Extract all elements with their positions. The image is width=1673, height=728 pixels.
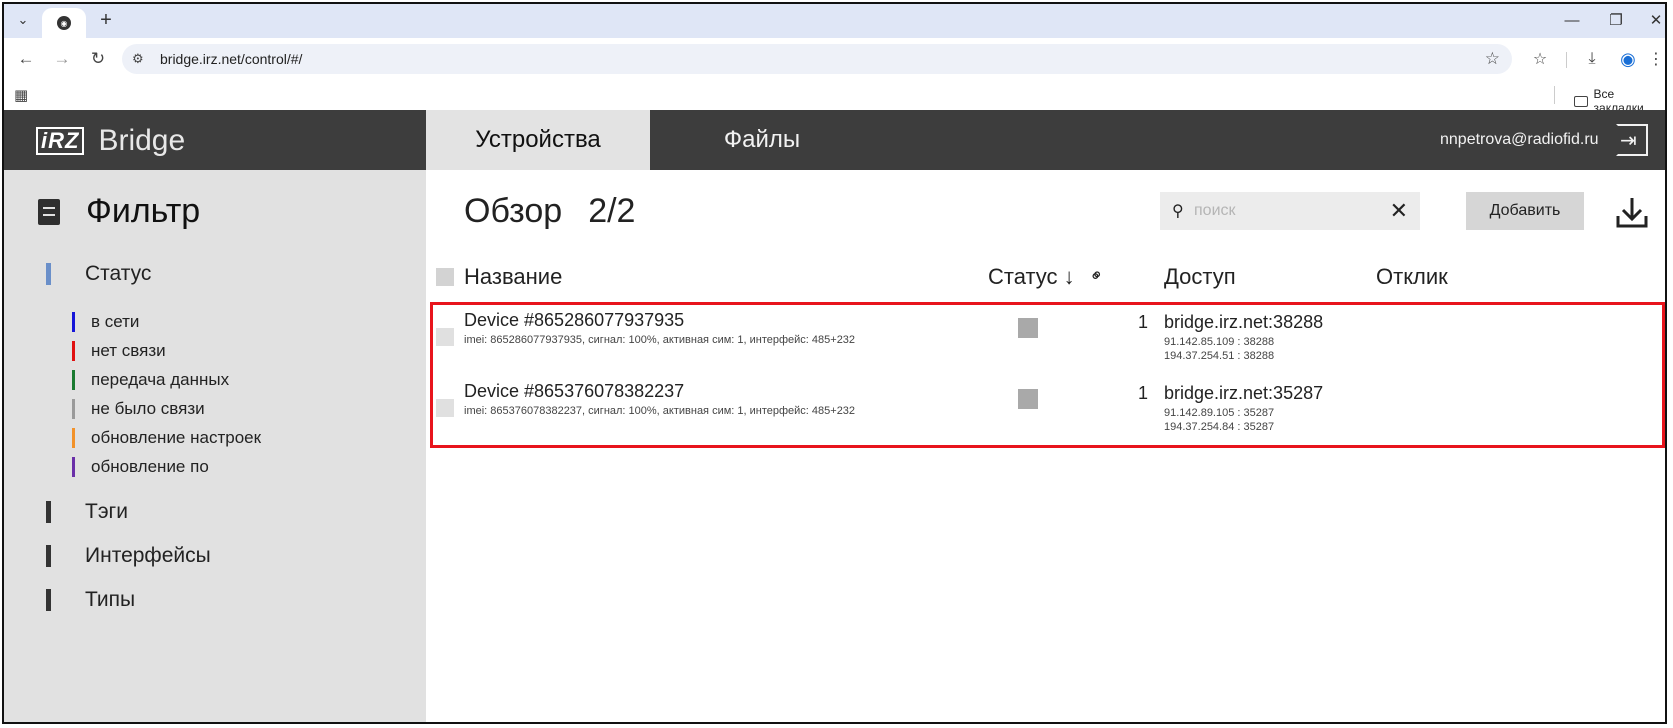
- page-title: Обзор 2/2: [464, 192, 635, 231]
- column-header-response[interactable]: Отклик: [1376, 264, 1448, 290]
- tab-files[interactable]: Файлы: [650, 110, 874, 170]
- status-label: нет связи: [91, 341, 166, 360]
- download-tray-icon[interactable]: ⤓: [1580, 47, 1604, 71]
- group-label: Типы: [85, 588, 136, 611]
- link-icon[interactable]: ⚭: [1085, 264, 1109, 288]
- apps-grid-icon[interactable]: ▦: [14, 86, 28, 104]
- column-header-access[interactable]: Доступ: [1164, 264, 1236, 290]
- forward-arrow-icon[interactable]: →: [50, 47, 74, 71]
- restore-icon[interactable]: ❐: [1598, 8, 1634, 32]
- reload-icon[interactable]: ↻: [86, 47, 110, 71]
- bookmarks-bar: ▦ Все закладки: [4, 80, 1665, 115]
- status-label: обновление по: [91, 457, 209, 476]
- reading-list-star-icon[interactable]: ☆: [1528, 47, 1552, 71]
- site-info-icon[interactable]: ⚙: [132, 51, 144, 67]
- highlight-box: [430, 302, 1665, 448]
- group-label: Статус: [85, 262, 152, 285]
- status-color-bar: [72, 399, 75, 419]
- status-label: не было связи: [91, 399, 205, 418]
- filter-title: Фильтр: [86, 192, 201, 230]
- kebab-menu-icon[interactable]: ⋮: [1644, 47, 1665, 71]
- profile-avatar-icon[interactable]: ◉: [1616, 47, 1640, 71]
- status-filter-settings-update[interactable]: обновление настроек: [72, 428, 261, 448]
- status-filter-never-connected[interactable]: не было связи: [72, 399, 205, 419]
- group-marker: [46, 501, 51, 523]
- add-device-button[interactable]: Добавить: [1466, 192, 1584, 230]
- brand[interactable]: iRZ Bridge: [36, 124, 185, 158]
- search-icon: ⚲: [1172, 203, 1184, 220]
- screenshot-frame: ⌄ ◉ + — ❐ ✕ ← → ↻ ⚙ bridge.irz.net/contr…: [2, 2, 1667, 724]
- bookmarks-divider: [1554, 86, 1555, 104]
- filter-header: Фильтр: [38, 192, 200, 231]
- tab-devices[interactable]: Устройства: [426, 110, 650, 170]
- url-text[interactable]: bridge.irz.net/control/#/: [160, 51, 302, 67]
- app-header: iRZ Bridge Устройства Файлы nnpetrova@ra…: [4, 110, 1665, 170]
- minimize-icon[interactable]: —: [1554, 8, 1590, 32]
- favicon-icon: ◉: [57, 16, 71, 30]
- status-filter-data-transfer[interactable]: передача данных: [72, 370, 229, 390]
- status-color-bar: [72, 428, 75, 448]
- status-filter-no-connection[interactable]: нет связи: [72, 341, 166, 361]
- bookmark-star-icon[interactable]: ☆: [1485, 49, 1500, 69]
- clear-search-icon[interactable]: ✕: [1390, 198, 1408, 224]
- group-marker: [46, 263, 51, 285]
- back-arrow-icon[interactable]: ←: [14, 47, 38, 71]
- close-window-icon[interactable]: ✕: [1638, 8, 1665, 32]
- select-all-checkbox[interactable]: [436, 268, 454, 286]
- device-count: 2/2: [588, 192, 636, 230]
- column-header-name[interactable]: Название: [464, 264, 562, 290]
- address-bar[interactable]: ⚙ bridge.irz.net/control/#/ ☆: [122, 44, 1512, 74]
- status-label: обновление настроек: [91, 428, 262, 447]
- search-box[interactable]: ⚲ ✕: [1160, 192, 1420, 230]
- overview-title: Обзор: [464, 192, 563, 230]
- irz-logo: iRZ: [36, 127, 85, 155]
- group-label: Тэги: [85, 500, 128, 523]
- status-filter-firmware-update[interactable]: обновление по: [72, 457, 209, 477]
- filter-group-interfaces[interactable]: Интерфейсы: [46, 544, 211, 568]
- status-label: в сети: [91, 312, 140, 331]
- status-filter-online[interactable]: в сети: [72, 312, 139, 332]
- filter-list-icon: [38, 198, 60, 225]
- status-color-bar: [72, 457, 75, 477]
- user-email[interactable]: nnpetrova@radiofid.ru: [1440, 131, 1599, 149]
- search-input[interactable]: [1194, 200, 1384, 222]
- tab-search-chevron-icon[interactable]: ⌄: [10, 8, 36, 32]
- filter-group-status[interactable]: Статус: [46, 262, 151, 286]
- filter-group-tags[interactable]: Тэги: [46, 500, 128, 524]
- main-content: Обзор 2/2 ⚲ ✕ Добавить Название Статус ↓…: [426, 170, 1665, 722]
- filter-group-types[interactable]: Типы: [46, 588, 135, 612]
- browser-tabstrip: ⌄ ◉ + — ❐ ✕: [4, 4, 1665, 38]
- logout-icon[interactable]: ⇥: [1616, 124, 1648, 156]
- status-color-bar: [72, 370, 75, 390]
- group-marker: [46, 545, 51, 567]
- brand-name: Bridge: [98, 124, 186, 157]
- group-label: Интерфейсы: [85, 544, 211, 567]
- browser-tab-active[interactable]: ◉: [42, 8, 86, 38]
- toolbar-divider: [1566, 52, 1567, 68]
- download-icon[interactable]: [1614, 194, 1650, 230]
- new-tab-plus-icon[interactable]: +: [94, 8, 118, 32]
- filter-sidebar: Фильтр Статус в сети нет связи передача …: [4, 170, 426, 722]
- column-header-status[interactable]: Статус ↓: [988, 264, 1075, 290]
- status-label: передача данных: [91, 370, 230, 389]
- group-marker: [46, 589, 51, 611]
- status-color-bar: [72, 312, 75, 332]
- browser-toolbar: ← → ↻ ⚙ bridge.irz.net/control/#/ ☆ ☆ ⤓ …: [4, 38, 1665, 80]
- status-color-bar: [72, 341, 75, 361]
- folder-icon: [1574, 95, 1588, 107]
